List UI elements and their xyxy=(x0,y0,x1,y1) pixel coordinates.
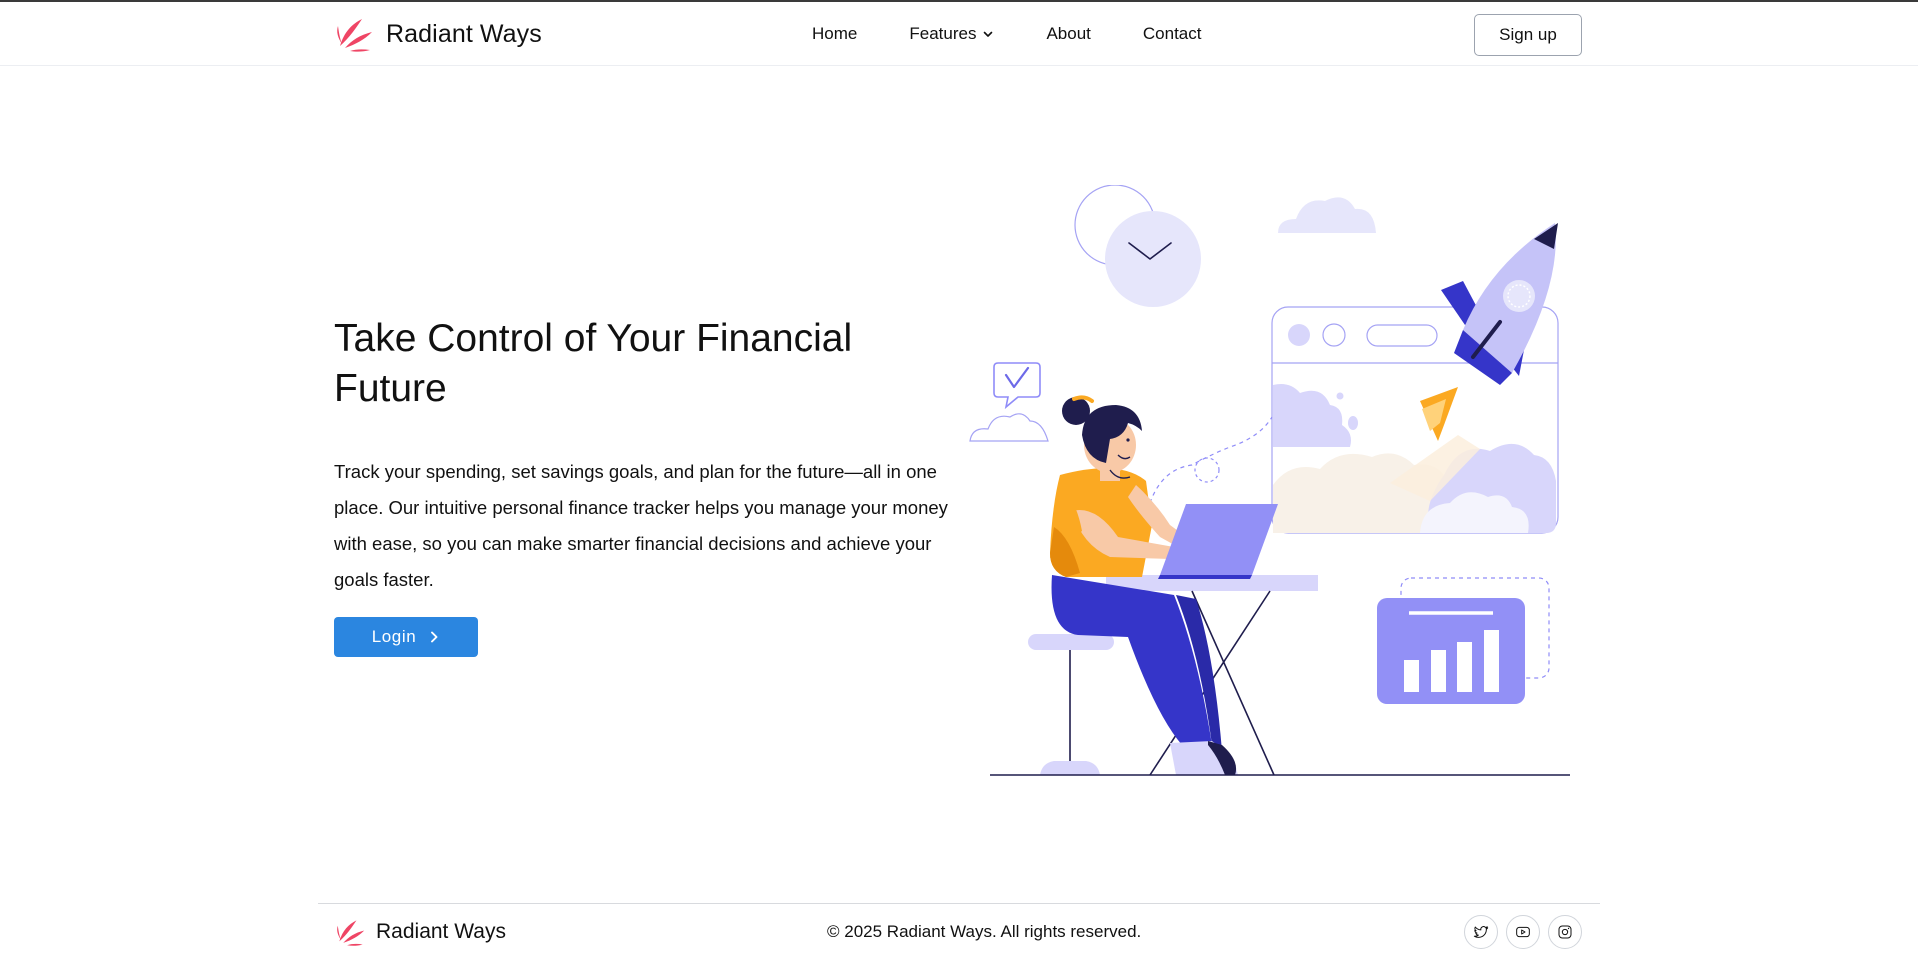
hero-illustration xyxy=(969,185,1570,776)
nav-contact[interactable]: Contact xyxy=(1143,24,1202,44)
footer-brand-name: Radiant Ways xyxy=(376,920,506,943)
twitter-link[interactable] xyxy=(1464,915,1498,949)
twitter-icon xyxy=(1473,926,1489,938)
nav-home-label: Home xyxy=(812,24,858,43)
footer-divider xyxy=(318,903,1600,904)
signup-button[interactable]: Sign up xyxy=(1474,14,1582,56)
nav-about-label: About xyxy=(1046,24,1091,43)
instagram-link[interactable] xyxy=(1548,915,1582,949)
cloud-outline-decoration xyxy=(969,413,1049,442)
login-label: Login xyxy=(371,627,417,646)
nav-contact-label: Contact xyxy=(1142,24,1202,43)
hero-title: Take Control of Your Financial Future xyxy=(334,317,853,410)
leaf-sparkle-icon xyxy=(337,19,372,52)
brand-name: Radiant Ways xyxy=(386,19,542,48)
youtube-link[interactable] xyxy=(1506,915,1540,949)
social-links xyxy=(1464,915,1582,949)
dashed-trail-decoration xyxy=(1149,416,1273,504)
chevron-right-icon xyxy=(431,631,438,643)
cloud-decoration xyxy=(1278,197,1376,233)
clock-disc-visible xyxy=(1105,211,1201,307)
login-button[interactable]: Login xyxy=(334,617,478,657)
instagram-icon xyxy=(1558,925,1572,939)
nav-features[interactable]: Features xyxy=(909,24,994,44)
nav-home[interactable]: Home xyxy=(812,24,857,44)
footer-brand-link[interactable]: Radiant Ways xyxy=(336,917,506,947)
check-bubble-icon xyxy=(993,362,1041,410)
main-nav: Home Features About Contact xyxy=(812,24,1201,44)
copyright-text: © 2025 Radiant Ways. All rights reserved… xyxy=(827,922,1142,941)
leaf-sparkle-icon xyxy=(337,920,365,946)
nav-features-label: Features xyxy=(909,24,977,43)
bar-chart-card xyxy=(1377,577,1550,704)
youtube-icon xyxy=(1516,926,1530,938)
nav-about[interactable]: About xyxy=(1046,24,1090,44)
chevron-down-icon xyxy=(984,31,993,37)
brand-link[interactable]: Radiant Ways xyxy=(336,16,542,52)
hero-description: Track your spending, set savings goals, … xyxy=(334,461,948,590)
site-header: Radiant Ways Home Features About Contact… xyxy=(0,2,1918,66)
stool-graphic xyxy=(1028,634,1114,775)
